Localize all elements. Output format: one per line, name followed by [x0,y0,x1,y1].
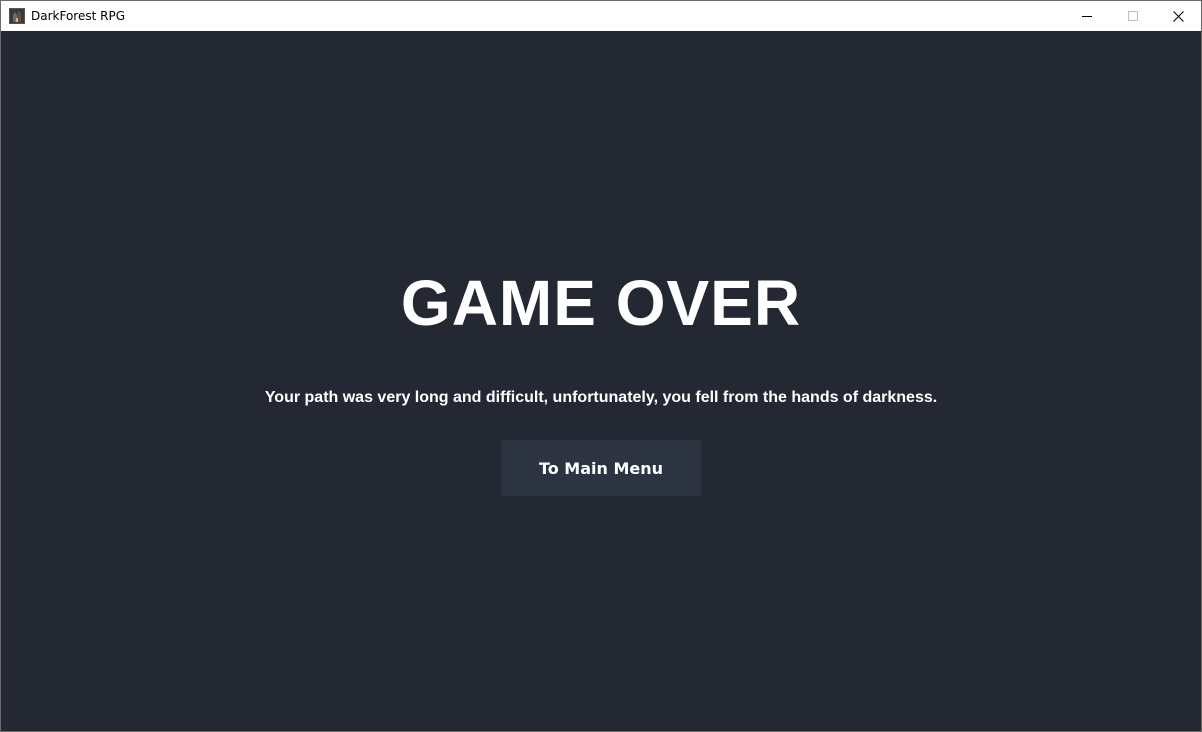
app-window: DarkForest RPG GAME OVER Your path was v… [0,0,1202,732]
title-bar[interactable]: DarkForest RPG [1,1,1201,31]
maximize-icon [1128,11,1138,21]
game-over-message: Your path was very long and difficult, u… [264,389,938,406]
maximize-button[interactable] [1110,1,1156,31]
game-over-title: GAME OVER [400,267,802,339]
window-title: DarkForest RPG [31,9,125,23]
minimize-button[interactable] [1064,1,1110,31]
to-main-menu-button[interactable]: To Main Menu [501,440,701,496]
close-icon [1172,10,1184,22]
app-logo-icon [9,8,25,24]
game-over-screen: GAME OVER Your path was very long and di… [1,31,1201,731]
minimize-icon [1082,11,1092,21]
close-button[interactable] [1155,1,1201,31]
